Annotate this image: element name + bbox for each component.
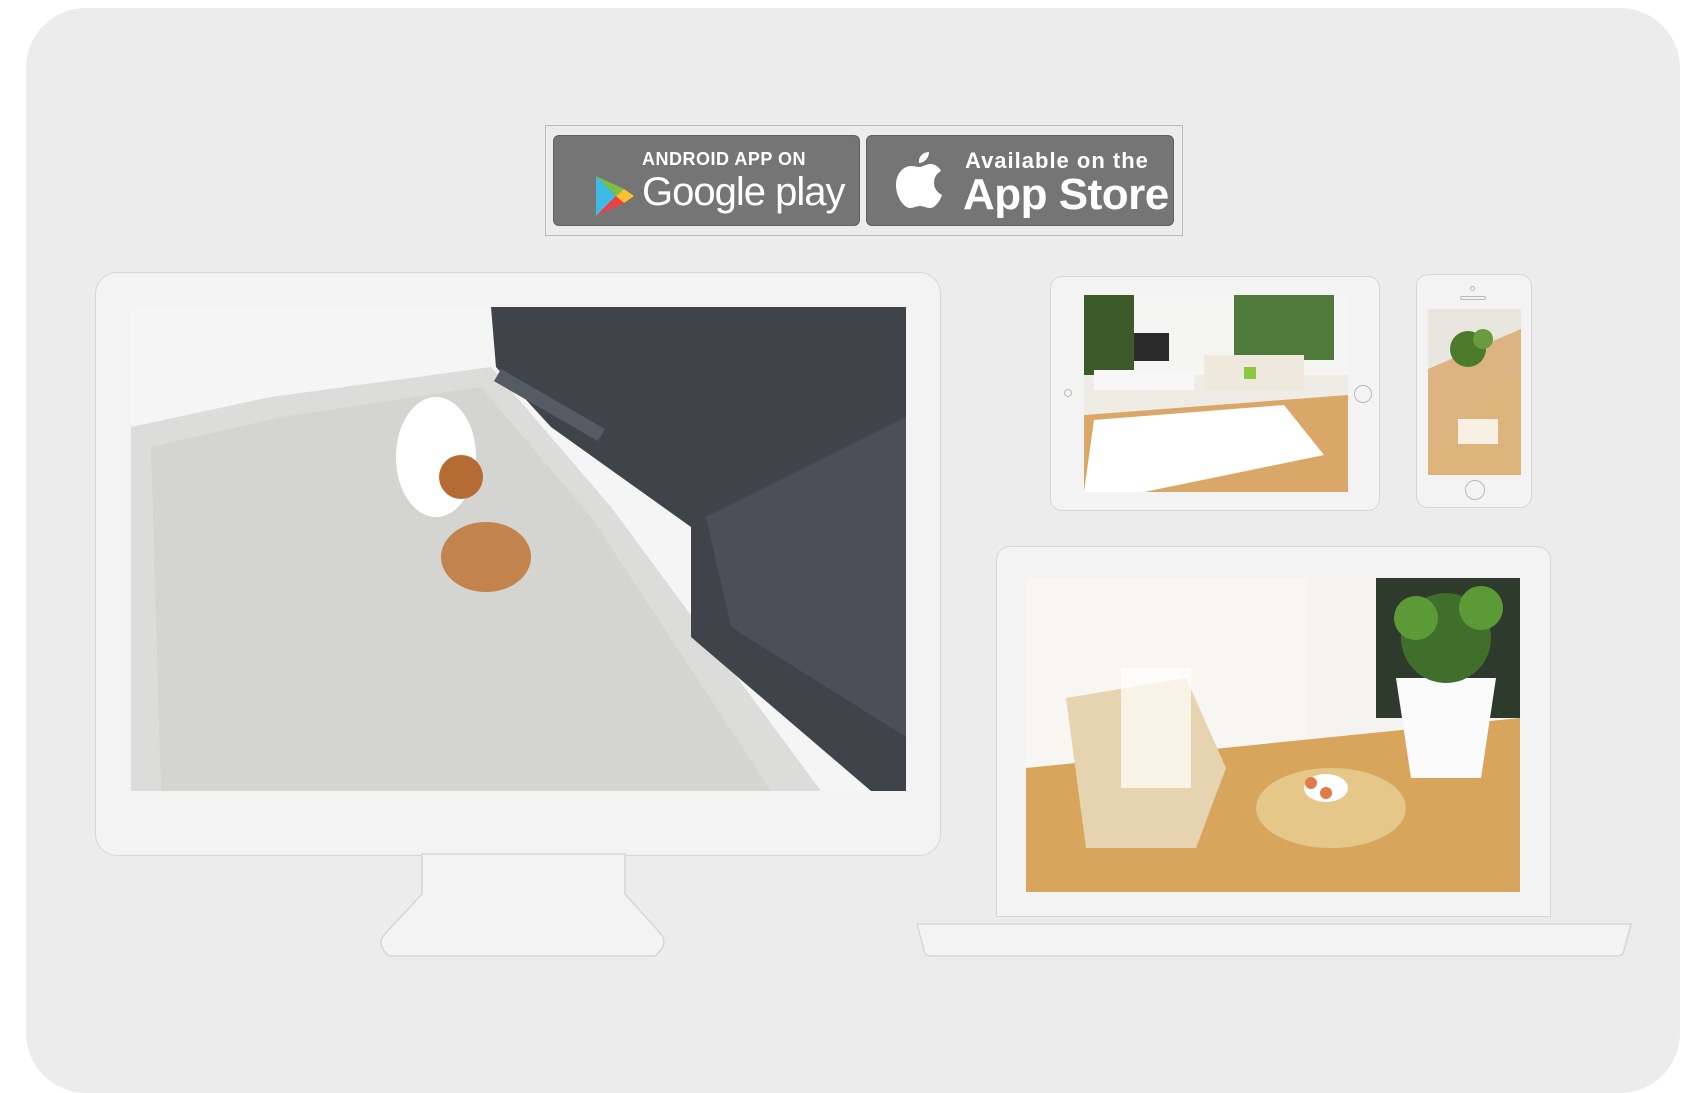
laptop-screen-image bbox=[1026, 578, 1520, 892]
monitor-screen-image bbox=[131, 307, 906, 791]
phone-screen-image bbox=[1428, 309, 1521, 475]
phone-camera bbox=[1470, 286, 1475, 291]
phone-speaker bbox=[1460, 296, 1486, 300]
apple-icon bbox=[896, 152, 942, 208]
google-play-badge[interactable]: ANDROID APP ON Google play bbox=[553, 135, 860, 226]
laptop-base bbox=[916, 923, 1632, 957]
app-store-big-label: App Store bbox=[963, 170, 1169, 219]
phone-home-button bbox=[1465, 480, 1485, 500]
google-play-small-label: ANDROID APP ON bbox=[642, 149, 807, 169]
tablet-camera bbox=[1064, 389, 1072, 397]
tablet-screen-image bbox=[1084, 295, 1348, 492]
tablet-home-button bbox=[1354, 385, 1372, 403]
google-play-icon bbox=[596, 176, 634, 216]
google-play-big-label: Google play bbox=[642, 170, 845, 214]
app-store-badge[interactable]: Available on the App Store bbox=[866, 135, 1174, 226]
monitor-stand bbox=[380, 853, 665, 957]
